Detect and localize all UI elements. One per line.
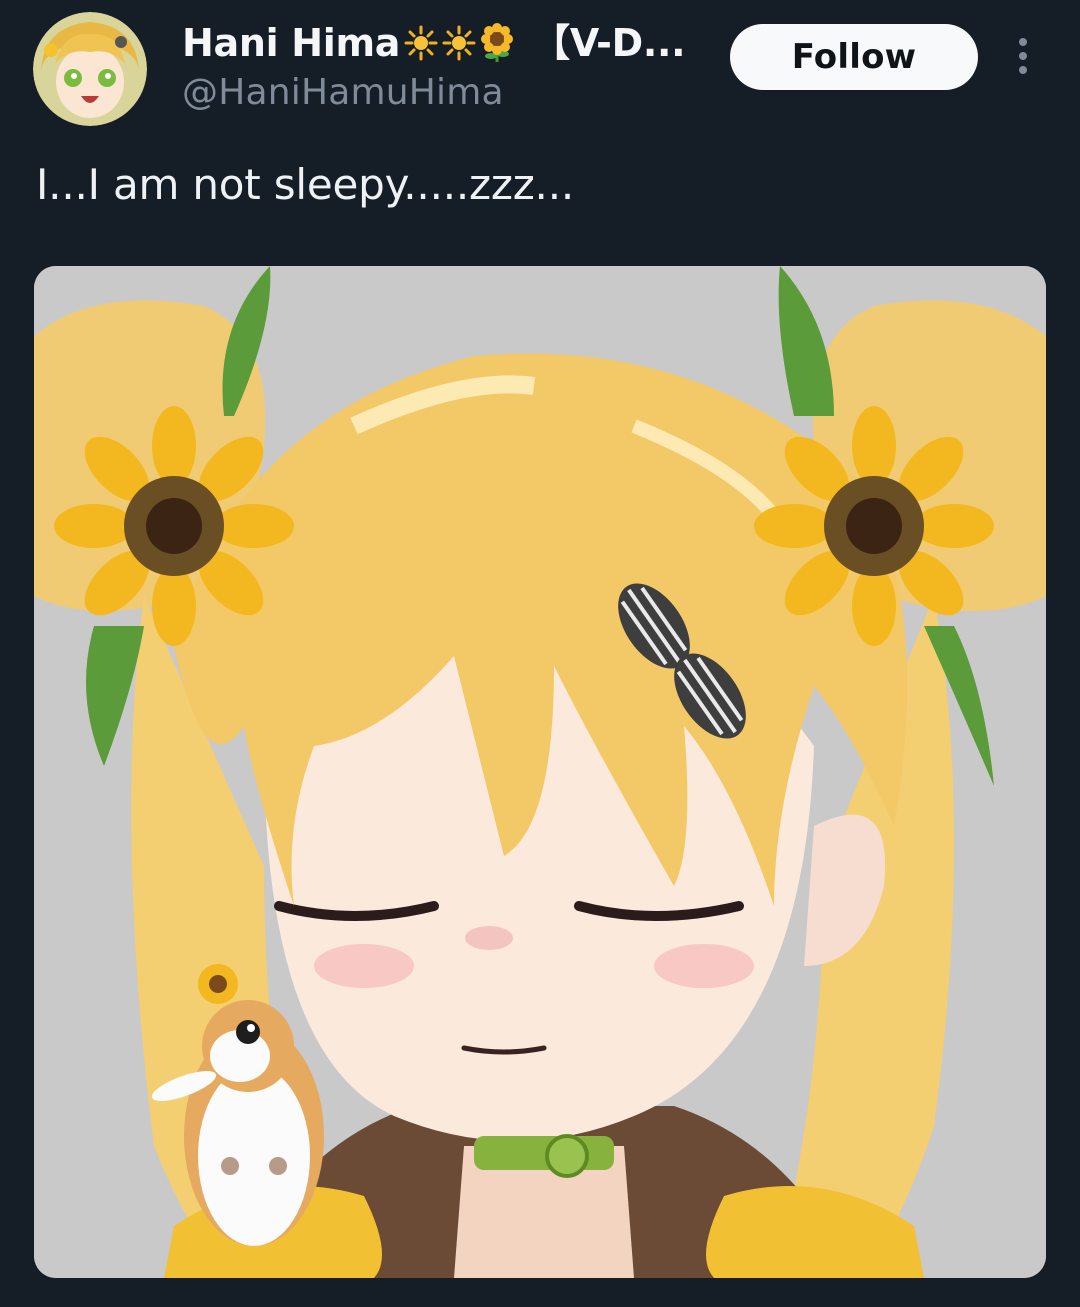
- display-name-suffix: 【V-D...: [532, 21, 686, 65]
- author-avatar[interactable]: [33, 12, 147, 126]
- sun-icon: [442, 25, 476, 61]
- author-handle[interactable]: @HaniHamuHima: [182, 70, 504, 116]
- sun-icon: [404, 25, 438, 61]
- tweet-card: Hani Hima 【V-D... @HaniHamuHima Follow I…: [0, 0, 1080, 1307]
- anime-girl-sleepy-illustration: [34, 266, 1046, 1278]
- more-options-icon: [1019, 38, 1027, 74]
- more-options-button[interactable]: [1008, 36, 1038, 80]
- display-name-text: Hani Hima: [182, 21, 401, 65]
- author-display-name[interactable]: Hani Hima 【V-D...: [182, 20, 686, 66]
- follow-button[interactable]: Follow: [730, 24, 978, 90]
- avatar-image: [33, 12, 147, 126]
- tweet-media[interactable]: [34, 266, 1046, 1278]
- tweet-text: I...I am not sleepy.....zzz...: [36, 160, 575, 209]
- sunflower-icon: [481, 23, 514, 62]
